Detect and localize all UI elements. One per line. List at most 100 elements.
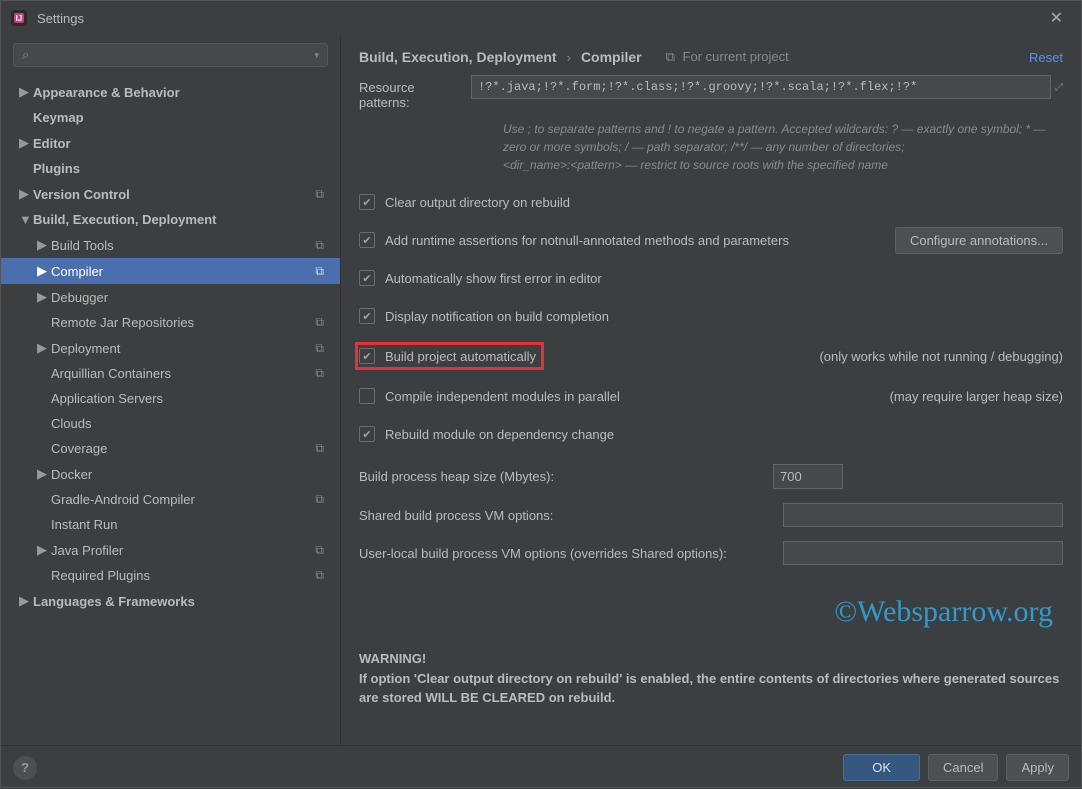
- tree-item-label: Debugger: [51, 290, 334, 305]
- checkbox[interactable]: [359, 426, 375, 442]
- expand-icon[interactable]: ⤢: [1055, 82, 1063, 93]
- resource-patterns-hint: Use ; to separate patterns and ! to nega…: [503, 120, 1063, 174]
- tree-item-build-tools[interactable]: ▶Build Tools⧉: [1, 232, 340, 258]
- checkbox-label[interactable]: Clear output directory on rebuild: [385, 195, 570, 210]
- scope-label: ⧉ For current project: [666, 49, 789, 65]
- tree-item-java-profiler[interactable]: ▶Java Profiler⧉: [1, 537, 340, 563]
- tree-item-keymap[interactable]: Keymap: [1, 105, 340, 130]
- ok-button[interactable]: OK: [843, 754, 920, 781]
- apply-button[interactable]: Apply: [1006, 754, 1069, 781]
- tree-item-label: Remote Jar Repositories: [51, 315, 315, 330]
- check-add-runtime-assertions-for-notnull-annotated-methods-and-parameters: Add runtime assertions for notnull-annot…: [359, 232, 789, 248]
- checkbox[interactable]: [359, 388, 375, 404]
- close-button[interactable]: ✕: [1042, 4, 1071, 32]
- per-project-icon: ⧉: [315, 187, 324, 202]
- settings-tree: ▶Appearance & BehaviorKeymap▶EditorPlugi…: [1, 75, 340, 745]
- tree-item-editor[interactable]: ▶Editor: [1, 130, 340, 156]
- tree-item-debugger[interactable]: ▶Debugger: [1, 284, 340, 310]
- tree-item-label: Build Tools: [51, 238, 315, 253]
- tree-item-required-plugins[interactable]: Required Plugins⧉: [1, 563, 340, 588]
- checkbox-label[interactable]: Add runtime assertions for notnull-annot…: [385, 233, 789, 248]
- search-input-wrap[interactable]: ⌕ ▾: [13, 43, 328, 67]
- checkbox[interactable]: [359, 348, 375, 364]
- tree-item-label: Gradle-Android Compiler: [51, 492, 315, 507]
- tree-item-coverage[interactable]: Coverage⧉: [1, 436, 340, 461]
- tree-item-label: Instant Run: [51, 517, 334, 532]
- tree-item-label: Build, Execution, Deployment: [33, 212, 334, 227]
- per-project-icon: ⧉: [315, 543, 324, 558]
- tree-item-remote-jar-repositories[interactable]: Remote Jar Repositories⧉: [1, 310, 340, 335]
- app-logo-icon: IJ: [11, 10, 27, 26]
- per-project-icon: ⧉: [315, 264, 324, 279]
- checkbox-label[interactable]: Automatically show first error in editor: [385, 271, 602, 286]
- compiler-form: Resource patterns: ⤢ Use ; to separate p…: [341, 75, 1081, 745]
- tree-item-label: Docker: [51, 467, 334, 482]
- tree-item-label: Version Control: [33, 187, 315, 202]
- per-project-icon: ⧉: [315, 366, 324, 381]
- per-project-icon: ⧉: [315, 238, 324, 253]
- checkbox[interactable]: [359, 232, 375, 248]
- tree-item-compiler[interactable]: ▶Compiler⧉: [1, 258, 340, 284]
- tree-item-label: Arquillian Containers: [51, 366, 315, 381]
- cancel-button[interactable]: Cancel: [928, 754, 998, 781]
- tree-arrow-icon: ▶: [19, 84, 33, 100]
- per-project-icon: ⧉: [315, 341, 324, 356]
- warning-block: WARNING! If option 'Clear output directo…: [359, 649, 1063, 708]
- configure-annotations-button[interactable]: Configure annotations...: [895, 227, 1063, 254]
- checkbox-label[interactable]: Build project automatically: [385, 349, 536, 364]
- sidebar: ⌕ ▾ ▶Appearance & BehaviorKeymap▶EditorP…: [1, 35, 341, 745]
- tree-item-label: Compiler: [51, 264, 315, 279]
- tree-arrow-icon: ▶: [37, 542, 51, 558]
- checkbox-note: (only works while not running / debuggin…: [819, 349, 1063, 364]
- checkbox-label[interactable]: Display notification on build completion: [385, 309, 609, 324]
- help-button[interactable]: ?: [13, 756, 37, 780]
- tree-arrow-icon: ▶: [37, 289, 51, 305]
- checkbox[interactable]: [359, 308, 375, 324]
- tree-item-appearance-behavior[interactable]: ▶Appearance & Behavior: [1, 79, 340, 105]
- heap-size-label: Build process heap size (Mbytes):: [359, 469, 554, 484]
- tree-item-plugins[interactable]: Plugins: [1, 156, 340, 181]
- tree-item-label: Appearance & Behavior: [33, 85, 334, 100]
- tree-item-build-execution-deployment[interactable]: ▼Build, Execution, Deployment: [1, 207, 340, 232]
- tree-item-application-servers[interactable]: Application Servers: [1, 386, 340, 411]
- per-project-icon: ⧉: [315, 568, 324, 583]
- breadcrumb-parent[interactable]: Build, Execution, Deployment: [359, 49, 557, 65]
- tree-item-label: Clouds: [51, 416, 334, 431]
- tree-item-version-control[interactable]: ▶Version Control⧉: [1, 181, 340, 207]
- tree-item-label: Plugins: [33, 161, 334, 176]
- tree-item-languages-frameworks[interactable]: ▶Languages & Frameworks: [1, 588, 340, 614]
- tree-arrow-icon: ▶: [37, 340, 51, 356]
- tree-item-clouds[interactable]: Clouds: [1, 411, 340, 436]
- svg-text:IJ: IJ: [16, 14, 23, 23]
- tree-item-arquillian-containers[interactable]: Arquillian Containers⧉: [1, 361, 340, 386]
- tree-item-instant-run[interactable]: Instant Run: [1, 512, 340, 537]
- search-dropdown-icon[interactable]: ▾: [314, 50, 319, 61]
- tree-arrow-icon: ▼: [19, 212, 33, 227]
- tree-item-label: Languages & Frameworks: [33, 594, 334, 609]
- warning-title: WARNING!: [359, 651, 426, 666]
- check-rebuild-module-on-dependency-change: Rebuild module on dependency change: [359, 426, 614, 442]
- check-compile-independent-modules-in-parallel: Compile independent modules in parallel: [359, 388, 620, 404]
- chevron-right-icon: ›: [567, 50, 571, 65]
- tree-item-deployment[interactable]: ▶Deployment⧉: [1, 335, 340, 361]
- tree-item-gradle-android-compiler[interactable]: Gradle-Android Compiler⧉: [1, 487, 340, 512]
- per-project-icon: ⧉: [315, 441, 324, 456]
- local-vm-input[interactable]: [783, 541, 1063, 565]
- check-build-project-automatically: Build project automatically: [359, 346, 540, 366]
- title-bar: IJ Settings ✕: [1, 1, 1081, 35]
- reset-link[interactable]: Reset: [1029, 50, 1063, 65]
- shared-vm-input[interactable]: [783, 503, 1063, 527]
- tree-arrow-icon: ▶: [37, 466, 51, 482]
- breadcrumb-current: Compiler: [581, 49, 642, 65]
- tree-item-docker[interactable]: ▶Docker: [1, 461, 340, 487]
- resource-patterns-input[interactable]: [471, 75, 1051, 99]
- search-input[interactable]: [33, 48, 314, 63]
- checkbox-label[interactable]: Rebuild module on dependency change: [385, 427, 614, 442]
- tree-item-label: Deployment: [51, 341, 315, 356]
- checkbox[interactable]: [359, 270, 375, 286]
- checkbox[interactable]: [359, 194, 375, 210]
- content-pane: Build, Execution, Deployment › Compiler …: [341, 35, 1081, 745]
- tree-item-label: Keymap: [33, 110, 334, 125]
- heap-size-input[interactable]: [773, 464, 843, 489]
- checkbox-label[interactable]: Compile independent modules in parallel: [385, 389, 620, 404]
